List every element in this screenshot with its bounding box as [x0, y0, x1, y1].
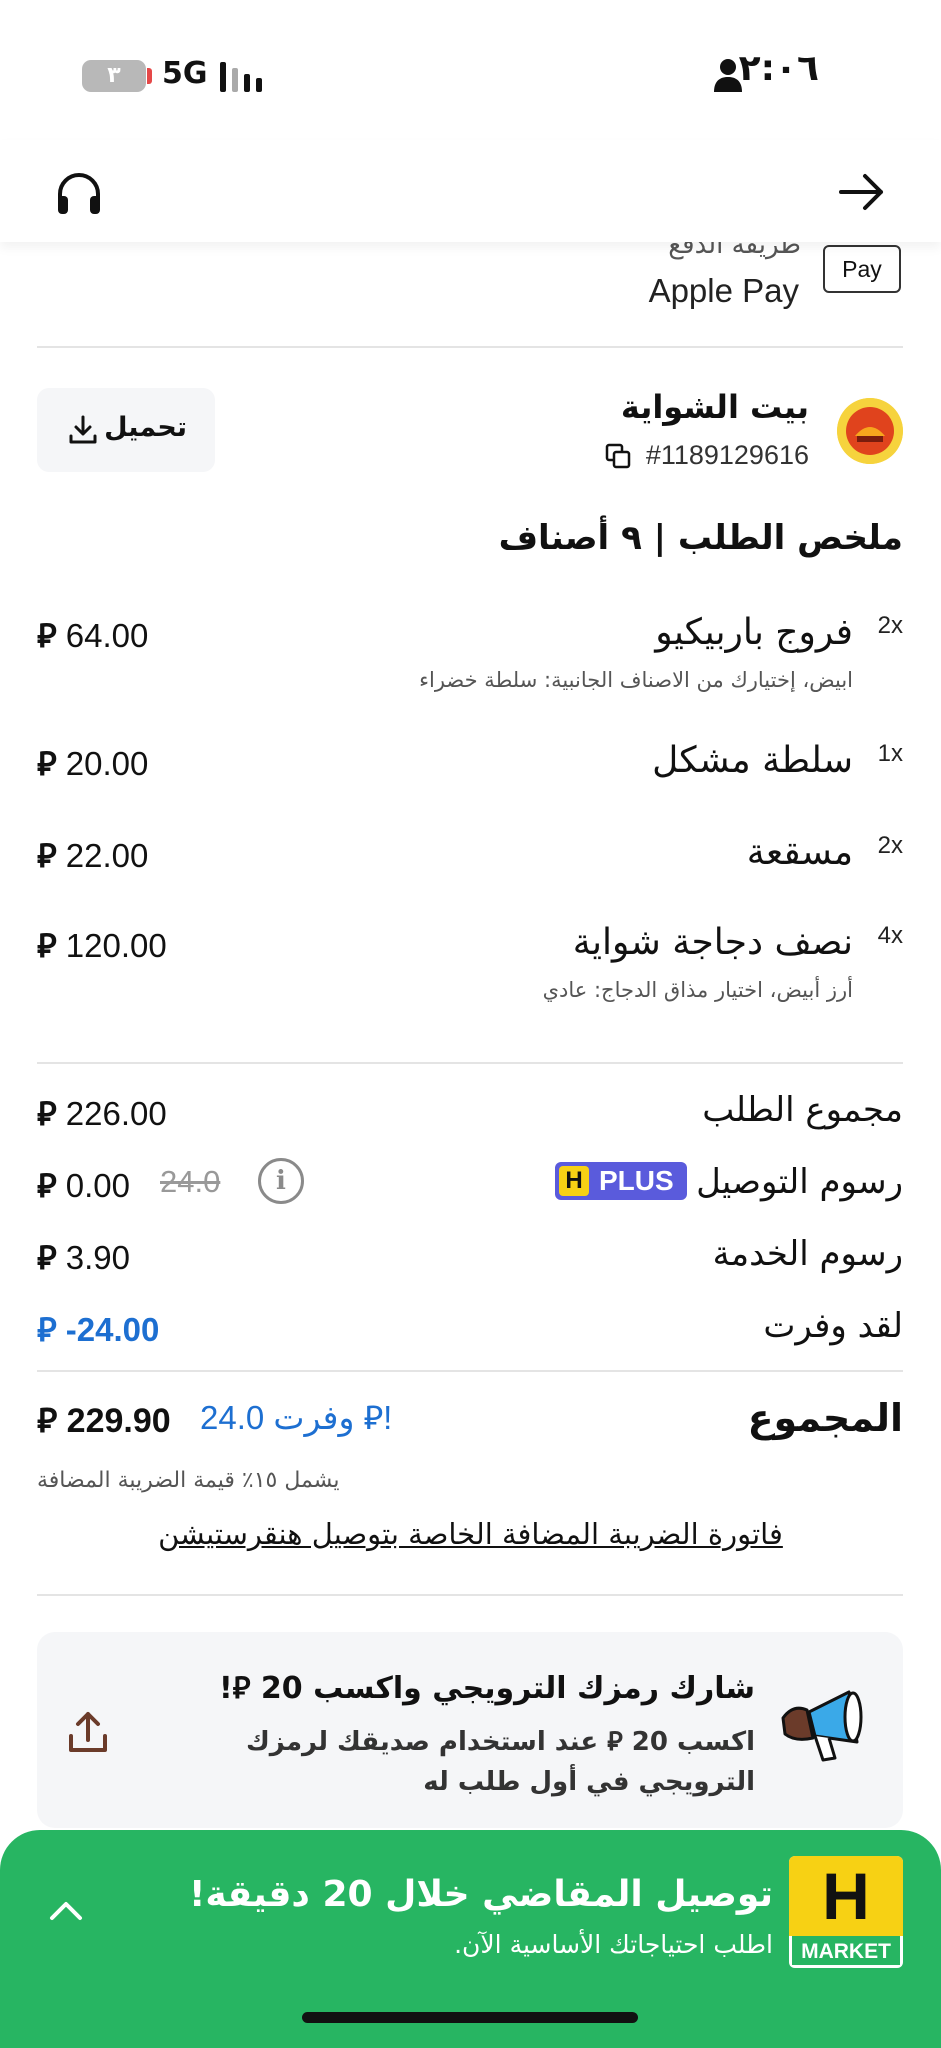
- network-type: 5G: [162, 56, 208, 91]
- item-name: سلطة مشكل: [652, 740, 853, 781]
- banner-subtitle: اطلب احتياجاتك الأساسية الآن.: [454, 1930, 773, 1959]
- item-price: ⃁ 64.00: [37, 616, 149, 655]
- download-button[interactable]: تحميل: [37, 388, 215, 472]
- total-label: المجموع: [747, 1396, 903, 1440]
- referral-card[interactable]: شارك رمزك الترويجي واكسب 20 ⃁! اكسب 20 ⃁…: [37, 1632, 903, 1828]
- riyal-icon: ⃁: [37, 1401, 58, 1441]
- megaphone-icon: [781, 1690, 863, 1762]
- nav-header: [0, 140, 941, 242]
- referral-body: اكسب 20 ⃁ عند استخدام صديقك لرمزك التروي…: [245, 1727, 755, 1797]
- share-icon[interactable]: [63, 1708, 113, 1758]
- hmarket-logo-text: MARKET: [789, 1936, 903, 1968]
- restaurant-name: بيت الشواية: [620, 388, 809, 426]
- savings-value: ⃁ -24.00: [37, 1310, 160, 1349]
- referral-title: شارك رمزك الترويجي واكسب 20 ⃁!: [218, 1671, 755, 1706]
- person-icon: [714, 59, 742, 92]
- riyal-icon: ⃁: [37, 926, 57, 965]
- savings-label: لقد وفرت: [763, 1306, 903, 1346]
- copy-icon[interactable]: [605, 443, 631, 469]
- vat-note: يشمل ١٥٪ قيمة الضريبة المضافة: [37, 1468, 340, 1493]
- riyal-icon: ⃁: [37, 1238, 57, 1277]
- hplus-logo: H: [559, 1166, 589, 1196]
- order-id: #1189129616: [645, 440, 809, 470]
- clock: ٢:٠٦: [738, 48, 819, 89]
- divider: [37, 1594, 903, 1596]
- saved-note: وفرت 24.0 ⃁!: [200, 1399, 393, 1436]
- vat-invoice-link[interactable]: فاتورة الضريبة المضافة الخاصة بتوصيل هنق…: [0, 1517, 941, 1551]
- item-desc: أرز أبيض، اختيار مذاق الدجاج: عادي: [542, 978, 853, 1002]
- subtotal-value: ⃁ 226.00: [37, 1094, 167, 1133]
- hmarket-logo: H MARKET: [789, 1856, 903, 1968]
- item-qty: 4x: [877, 922, 903, 949]
- item-price: ⃁ 20.00: [37, 744, 149, 783]
- apple-pay-badge: Pay: [823, 245, 901, 293]
- chevron-up-icon[interactable]: [44, 1888, 88, 1932]
- item-name: فروج باربيكيو: [655, 612, 853, 653]
- riyal-icon: ⃁: [37, 1094, 57, 1133]
- battery-icon: ٣: [82, 60, 146, 92]
- subtotal-label: مجموع الطلب: [702, 1090, 903, 1130]
- riyal-icon: ⃁: [37, 1310, 57, 1349]
- riyal-icon: ⃁: [37, 836, 57, 875]
- home-indicator: [302, 2012, 638, 2023]
- back-arrow-icon[interactable]: [835, 165, 889, 219]
- item-qty: 2x: [877, 612, 903, 639]
- item-qty: 2x: [877, 832, 903, 859]
- battery-cap: [147, 68, 152, 84]
- item-qty: 1x: [877, 740, 903, 767]
- item-price: ⃁ 22.00: [37, 836, 149, 875]
- headset-icon[interactable]: [52, 168, 106, 222]
- item-name: نصف دجاجة شواية: [572, 922, 853, 963]
- service-fee-value: ⃁ 3.90: [37, 1238, 131, 1277]
- total-value: ⃁ 229.90: [37, 1401, 171, 1441]
- riyal-icon: ⃁: [37, 616, 57, 655]
- old-delivery-fee: 24.0: [160, 1164, 221, 1199]
- banner-title: توصيل المقاضي خلال 20 دقيقة!: [189, 1874, 773, 1915]
- hplus-text: PLUS: [599, 1165, 674, 1196]
- payment-method-value: Apple Pay: [648, 272, 799, 309]
- signal-icon: [220, 62, 262, 92]
- riyal-icon: ⃁: [37, 744, 57, 783]
- restaurant-logo: [837, 398, 903, 464]
- hmarket-logo-letter: H: [789, 1856, 903, 1936]
- delivery-fee-value: ⃁ 0.00: [37, 1166, 131, 1205]
- download-icon: [69, 415, 97, 444]
- info-icon[interactable]: i: [258, 1158, 304, 1204]
- status-bar: ٢:٠٦ ٣ 5G: [0, 0, 941, 140]
- service-fee-label: رسوم الخدمة: [712, 1234, 903, 1274]
- item-name: مسقعة: [746, 832, 853, 873]
- download-label: تحميل: [104, 412, 187, 443]
- item-desc: ابيض، إختيارك من الاصناف الجانبية: سلطة …: [419, 668, 853, 692]
- riyal-icon: ⃁: [37, 1166, 57, 1205]
- order-summary-title: ملخص الطلب | ٩ أصناف: [498, 518, 903, 558]
- divider: [37, 1370, 903, 1372]
- hplus-badge: H PLUS: [555, 1162, 687, 1200]
- divider: [37, 346, 903, 348]
- item-price: ⃁ 120.00: [37, 926, 167, 965]
- delivery-fee-label: رسوم التوصيل: [696, 1162, 903, 1202]
- divider: [37, 1062, 903, 1064]
